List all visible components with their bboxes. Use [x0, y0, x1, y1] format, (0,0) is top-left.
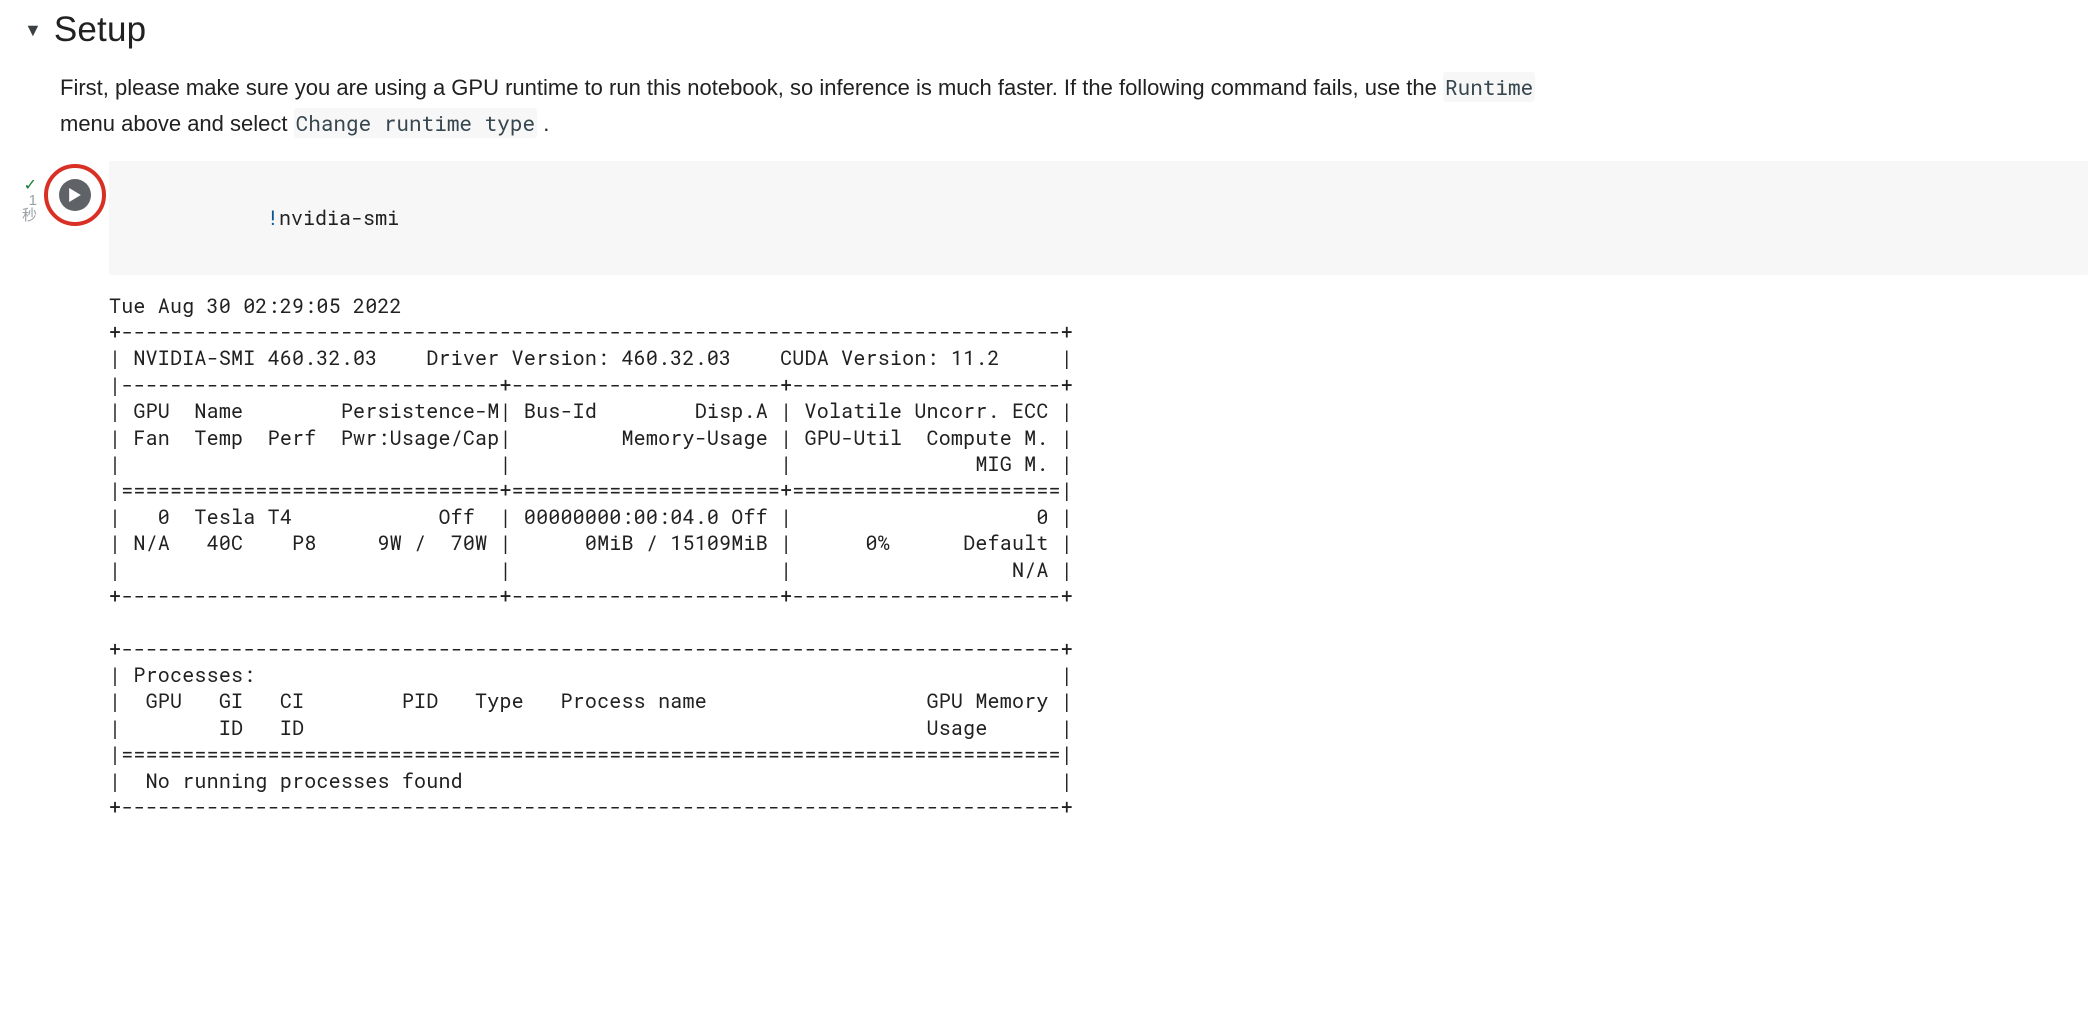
section-header[interactable]: ▼ Setup	[0, 0, 2088, 50]
code-token-ident: nvidia-smi	[279, 205, 399, 231]
section-title: Setup	[54, 10, 146, 50]
exec-area	[41, 161, 109, 221]
markdown-text: First, please make sure you are using a …	[60, 75, 1443, 100]
chevron-down-icon[interactable]: ▼	[24, 20, 42, 41]
code-input[interactable]: !nvidia-smi	[109, 161, 2088, 275]
exec-duration-number: 1	[29, 193, 37, 208]
markdown-text: menu above and select	[60, 111, 294, 136]
markdown-text: .	[543, 111, 549, 136]
inline-code-changetype: Change runtime type	[294, 108, 537, 138]
run-cell-button[interactable]	[49, 169, 101, 221]
check-icon: ✓	[24, 179, 37, 193]
inline-code-runtime: Runtime	[1443, 72, 1535, 102]
notebook: ▼ Setup First, please make sure you are …	[0, 0, 2088, 840]
cell-output: Tue Aug 30 02:29:05 2022 +--------------…	[109, 275, 2088, 821]
markdown-cell: First, please make sure you are using a …	[0, 50, 1560, 143]
code-cell: ✓ 1 秒 !nvidia-smi Tue Aug 30 0	[0, 161, 2088, 821]
cell-content: !nvidia-smi Tue Aug 30 02:29:05 2022 +--…	[109, 161, 2088, 821]
run-ring-icon	[44, 164, 106, 226]
code-token-bang: !	[267, 205, 279, 231]
exec-duration-unit: 秒	[22, 208, 37, 223]
cell-gutter: ✓ 1 秒	[15, 161, 41, 223]
